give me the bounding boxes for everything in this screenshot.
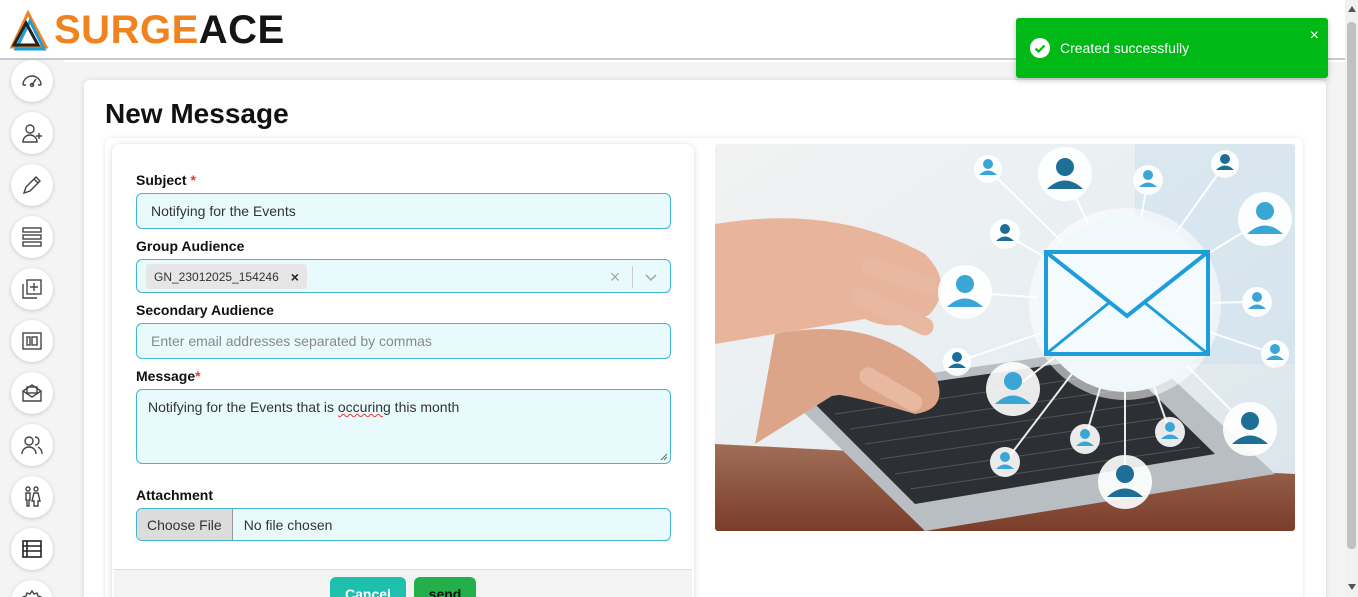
subject-input[interactable]: Notifying for the Events bbox=[136, 193, 671, 229]
settings-icon bbox=[22, 589, 42, 597]
message-text-part1: Notifying for the Events that is bbox=[148, 399, 338, 415]
sidebar-item-compose[interactable] bbox=[11, 164, 53, 206]
dashboard-icon bbox=[22, 75, 42, 88]
sidebar-item-add-user[interactable] bbox=[11, 112, 53, 154]
list-icon bbox=[22, 227, 42, 247]
secondary-audience-placeholder: Enter email addresses separated by comma… bbox=[151, 333, 432, 349]
people-icon bbox=[25, 486, 41, 507]
subject-value: Notifying for the Events bbox=[151, 203, 296, 219]
send-button[interactable]: send bbox=[414, 577, 476, 597]
sidebar bbox=[0, 60, 64, 597]
message-label: Message* bbox=[136, 368, 201, 384]
sidebar-item-users[interactable] bbox=[11, 424, 53, 466]
cancel-button[interactable]: Cancel bbox=[330, 577, 406, 597]
group-audience-label: Group Audience bbox=[136, 238, 245, 254]
message-text-part2: this month bbox=[390, 399, 460, 415]
resize-handle-icon[interactable] bbox=[660, 453, 668, 461]
close-icon[interactable]: × bbox=[1310, 28, 1319, 44]
users-icon bbox=[21, 436, 43, 455]
chip-remove-icon[interactable]: × bbox=[291, 269, 299, 285]
clear-selection-icon[interactable]: × bbox=[606, 266, 624, 288]
select-separator bbox=[632, 266, 633, 288]
scroll-thumb[interactable] bbox=[1347, 22, 1356, 549]
required-asterisk: * bbox=[195, 368, 201, 384]
no-file-text: No file chosen bbox=[243, 516, 333, 533]
required-asterisk: * bbox=[190, 172, 196, 188]
sidebar-item-list[interactable] bbox=[11, 216, 53, 258]
email-network-illustration bbox=[715, 144, 1295, 531]
choose-file-button[interactable]: Choose File bbox=[137, 509, 233, 540]
sidebar-item-dashboard[interactable] bbox=[11, 60, 53, 102]
message-textarea[interactable]: Notifying for the Events that is occurin… bbox=[136, 389, 671, 464]
logo-text: SURGEACE bbox=[54, 8, 285, 52]
table-icon bbox=[22, 540, 42, 558]
message-label-text: Message bbox=[136, 368, 196, 384]
subject-label: Subject * bbox=[136, 172, 196, 188]
logo-text-ace: ACE bbox=[198, 8, 285, 52]
add-user-icon bbox=[22, 124, 42, 143]
misspelled-word: occuring bbox=[337, 399, 391, 415]
envelope-open-icon bbox=[22, 384, 42, 402]
pen-icon bbox=[22, 176, 41, 195]
success-toast: Created successfully × bbox=[1016, 18, 1328, 78]
sidebar-item-people[interactable] bbox=[11, 476, 53, 518]
scroll-down-icon[interactable] bbox=[1345, 580, 1358, 594]
brand-logo[interactable]: SURGEACE bbox=[8, 8, 285, 52]
sidebar-item-inbox[interactable] bbox=[11, 372, 53, 414]
logo-text-surge: SURGE bbox=[54, 8, 199, 52]
sidebar-item-media[interactable] bbox=[11, 320, 53, 362]
library-add-icon bbox=[22, 279, 42, 299]
attachment-file-input[interactable]: Choose File No file chosen bbox=[136, 508, 671, 541]
media-icon bbox=[22, 332, 42, 350]
sidebar-item-settings[interactable] bbox=[11, 580, 53, 597]
check-circle-icon bbox=[1030, 38, 1050, 58]
vertical-scrollbar[interactable] bbox=[1345, 0, 1358, 597]
attachment-label: Attachment bbox=[136, 487, 214, 503]
page-title: New Message bbox=[105, 98, 289, 129]
group-chip-label: GN_23012025_154246 bbox=[154, 269, 279, 284]
chevron-down-icon[interactable] bbox=[641, 266, 661, 288]
group-chip: GN_23012025_154246 × bbox=[146, 264, 307, 289]
illustration-image bbox=[715, 144, 1295, 531]
toast-message: Created successfully bbox=[1060, 40, 1190, 56]
sidebar-item-table[interactable] bbox=[11, 528, 53, 570]
sidebar-item-library[interactable] bbox=[11, 268, 53, 310]
secondary-audience-input[interactable]: Enter email addresses separated by comma… bbox=[136, 323, 671, 359]
logo-triangle-icon bbox=[9, 9, 49, 51]
scroll-up-icon[interactable] bbox=[1345, 2, 1358, 16]
subject-label-text: Subject bbox=[136, 172, 187, 188]
secondary-audience-label: Secondary Audience bbox=[136, 302, 274, 318]
